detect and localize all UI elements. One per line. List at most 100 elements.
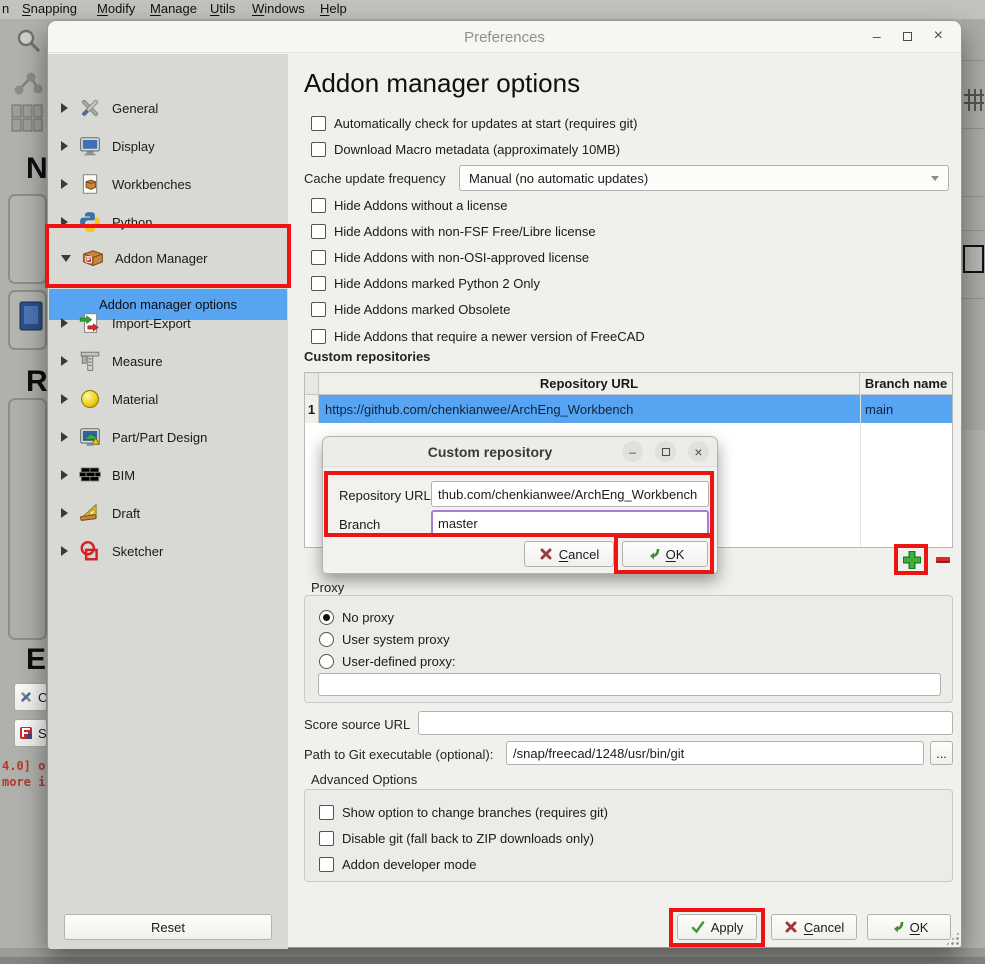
expand-arrow-icon[interactable] (61, 356, 68, 366)
expand-arrow-icon[interactable] (61, 546, 68, 556)
preferences-titlebar[interactable]: Preferences – × (48, 21, 961, 53)
cancel-button[interactable]: Cancel (771, 914, 857, 940)
checkbox-hide-no-license[interactable]: Hide Addons without a license (311, 197, 507, 214)
checkbox-icon[interactable] (311, 224, 326, 239)
sidebar-item-display[interactable]: Display (48, 128, 288, 164)
expand-arrow-icon[interactable] (61, 432, 68, 442)
radio-user-system-proxy[interactable]: User system proxy (319, 631, 450, 648)
radio-icon[interactable] (319, 632, 334, 647)
column-repository-url[interactable]: Repository URL (319, 373, 860, 394)
ok-button[interactable]: OK (867, 914, 951, 940)
sidebar-item-part-part-design[interactable]: Part/Part Design (48, 419, 288, 455)
checkbox-icon[interactable] (319, 857, 334, 872)
branch-input[interactable] (431, 510, 709, 536)
grid-blocks-icon[interactable] (10, 103, 44, 133)
expand-arrow-icon[interactable] (61, 470, 68, 480)
custom-repository-titlebar[interactable]: Custom repository – × (323, 437, 717, 467)
cache-update-frequency-select[interactable]: Manual (no automatic updates) (459, 165, 949, 191)
background-button-tools[interactable]: C (14, 683, 47, 711)
sidebar-item-addon-manager[interactable]: Addon Manager (48, 240, 288, 276)
expand-arrow-icon[interactable] (61, 217, 68, 227)
menu-item-partial[interactable]: n (2, 1, 9, 16)
checkbox-icon[interactable] (311, 329, 326, 344)
menu-item-modify[interactable]: Modify (97, 1, 135, 16)
maximize-icon[interactable] (903, 32, 912, 41)
score-source-url-input[interactable] (418, 711, 953, 735)
minimize-icon[interactable]: – (622, 441, 643, 462)
sidebar-item-general[interactable]: General (48, 90, 288, 126)
sidebar-item-bim[interactable]: BIM (48, 457, 288, 493)
magnifier-icon[interactable] (15, 27, 43, 55)
branch-name-cell[interactable]: main (860, 395, 952, 423)
checkbox-icon[interactable] (311, 276, 326, 291)
menu-item-help[interactable]: Help (320, 1, 347, 16)
checkbox-download-macro-metadata[interactable]: Download Macro metadata (approximately 1… (311, 141, 620, 158)
menu-item-manage[interactable]: Manage (150, 1, 197, 16)
expand-arrow-icon[interactable] (61, 508, 68, 518)
proxy-group-label: Proxy (311, 580, 344, 595)
add-repository-button[interactable] (901, 549, 923, 571)
close-icon[interactable]: × (934, 27, 943, 45)
expand-arrow-icon[interactable] (61, 103, 68, 113)
apply-button[interactable]: Apply (677, 914, 757, 940)
checkbox-hide-non-osi[interactable]: Hide Addons with non-OSI-approved licens… (311, 249, 589, 266)
menu-item-windows[interactable]: Windows (252, 1, 305, 16)
expand-arrow-icon[interactable] (61, 394, 68, 404)
remove-repository-button[interactable] (936, 557, 950, 563)
checkbox-icon[interactable] (319, 805, 334, 820)
checkbox-show-branches[interactable]: Show option to change branches (requires… (319, 804, 608, 821)
checkbox-hide-python2[interactable]: Hide Addons marked Python 2 Only (311, 275, 540, 292)
table-row[interactable]: 1 https://github.com/chenkianwee/ArchEng… (305, 395, 952, 423)
maximize-icon[interactable] (655, 441, 676, 462)
checkbox-auto-check-updates[interactable]: Automatically check for updates at start… (311, 115, 637, 132)
menu-item-utils[interactable]: Utils (210, 1, 235, 16)
checkbox-icon[interactable] (311, 198, 326, 213)
checkbox-icon[interactable] (311, 302, 326, 317)
node-graph-icon[interactable] (12, 70, 44, 98)
radio-icon[interactable] (319, 654, 334, 669)
checkbox-hide-obsolete[interactable]: Hide Addons marked Obsolete (311, 301, 510, 318)
proxy-input[interactable] (318, 673, 941, 696)
expand-arrow-icon[interactable] (61, 318, 68, 328)
checkbox-icon[interactable] (311, 142, 326, 157)
box-icon[interactable] (963, 245, 984, 273)
checkbox-icon[interactable] (311, 250, 326, 265)
repository-url-cell[interactable]: https://github.com/chenkianwee/ArchEng_W… (319, 395, 860, 423)
sidebar-item-workbenches[interactable]: Workbenches (48, 166, 288, 202)
checkbox-addon-developer-mode[interactable]: Addon developer mode (319, 856, 476, 873)
sidebar-item-draft[interactable]: Draft (48, 495, 288, 531)
browse-git-path-button[interactable]: ... (930, 741, 953, 765)
checkbox-hide-newer-freecad[interactable]: Hide Addons that require a newer version… (311, 328, 645, 345)
check-icon (691, 920, 705, 934)
checkbox-disable-git[interactable]: Disable git (fall back to ZIP downloads … (319, 830, 594, 847)
menu-item-snapping[interactable]: Snapping (22, 1, 77, 16)
checkbox-icon[interactable] (311, 116, 326, 131)
sidebar-item-sketcher[interactable]: Sketcher (48, 533, 288, 569)
hash-grid-icon[interactable] (964, 87, 984, 113)
radio-user-defined-proxy[interactable]: User-defined proxy: (319, 653, 455, 670)
sidebar-item-label: Addon Manager (115, 251, 208, 266)
collapse-arrow-icon[interactable] (61, 255, 71, 262)
git-path-input[interactable] (506, 741, 924, 765)
expand-arrow-icon[interactable] (61, 179, 68, 189)
repository-url-input[interactable] (431, 481, 709, 507)
custom-repositories-label: Custom repositories (304, 349, 430, 364)
column-branch-name[interactable]: Branch name (860, 373, 952, 394)
radio-no-proxy[interactable]: No proxy (319, 609, 394, 626)
close-icon[interactable]: × (688, 441, 709, 462)
checkbox-icon[interactable] (319, 831, 334, 846)
reset-button[interactable]: Reset (64, 914, 272, 940)
dialog-cancel-button[interactable]: Cancel (524, 541, 614, 567)
proxy-group: No proxy User system proxy User-defined … (304, 595, 953, 703)
radio-label: No proxy (342, 610, 394, 625)
minimize-icon[interactable]: – (873, 28, 881, 44)
checkbox-hide-non-fsf[interactable]: Hide Addons with non-FSF Free/Libre lice… (311, 223, 596, 240)
expand-arrow-icon[interactable] (61, 141, 68, 151)
radio-icon[interactable] (319, 610, 334, 625)
sidebar-item-import-export[interactable]: Import-Export (48, 305, 288, 341)
sidebar-item-material[interactable]: Material (48, 381, 288, 417)
background-button-freecad[interactable]: S (14, 719, 47, 747)
sidebar-item-measure[interactable]: Measure (48, 343, 288, 379)
dialog-ok-button[interactable]: OK (622, 541, 708, 567)
sidebar-item-python[interactable]: Python (48, 204, 288, 240)
